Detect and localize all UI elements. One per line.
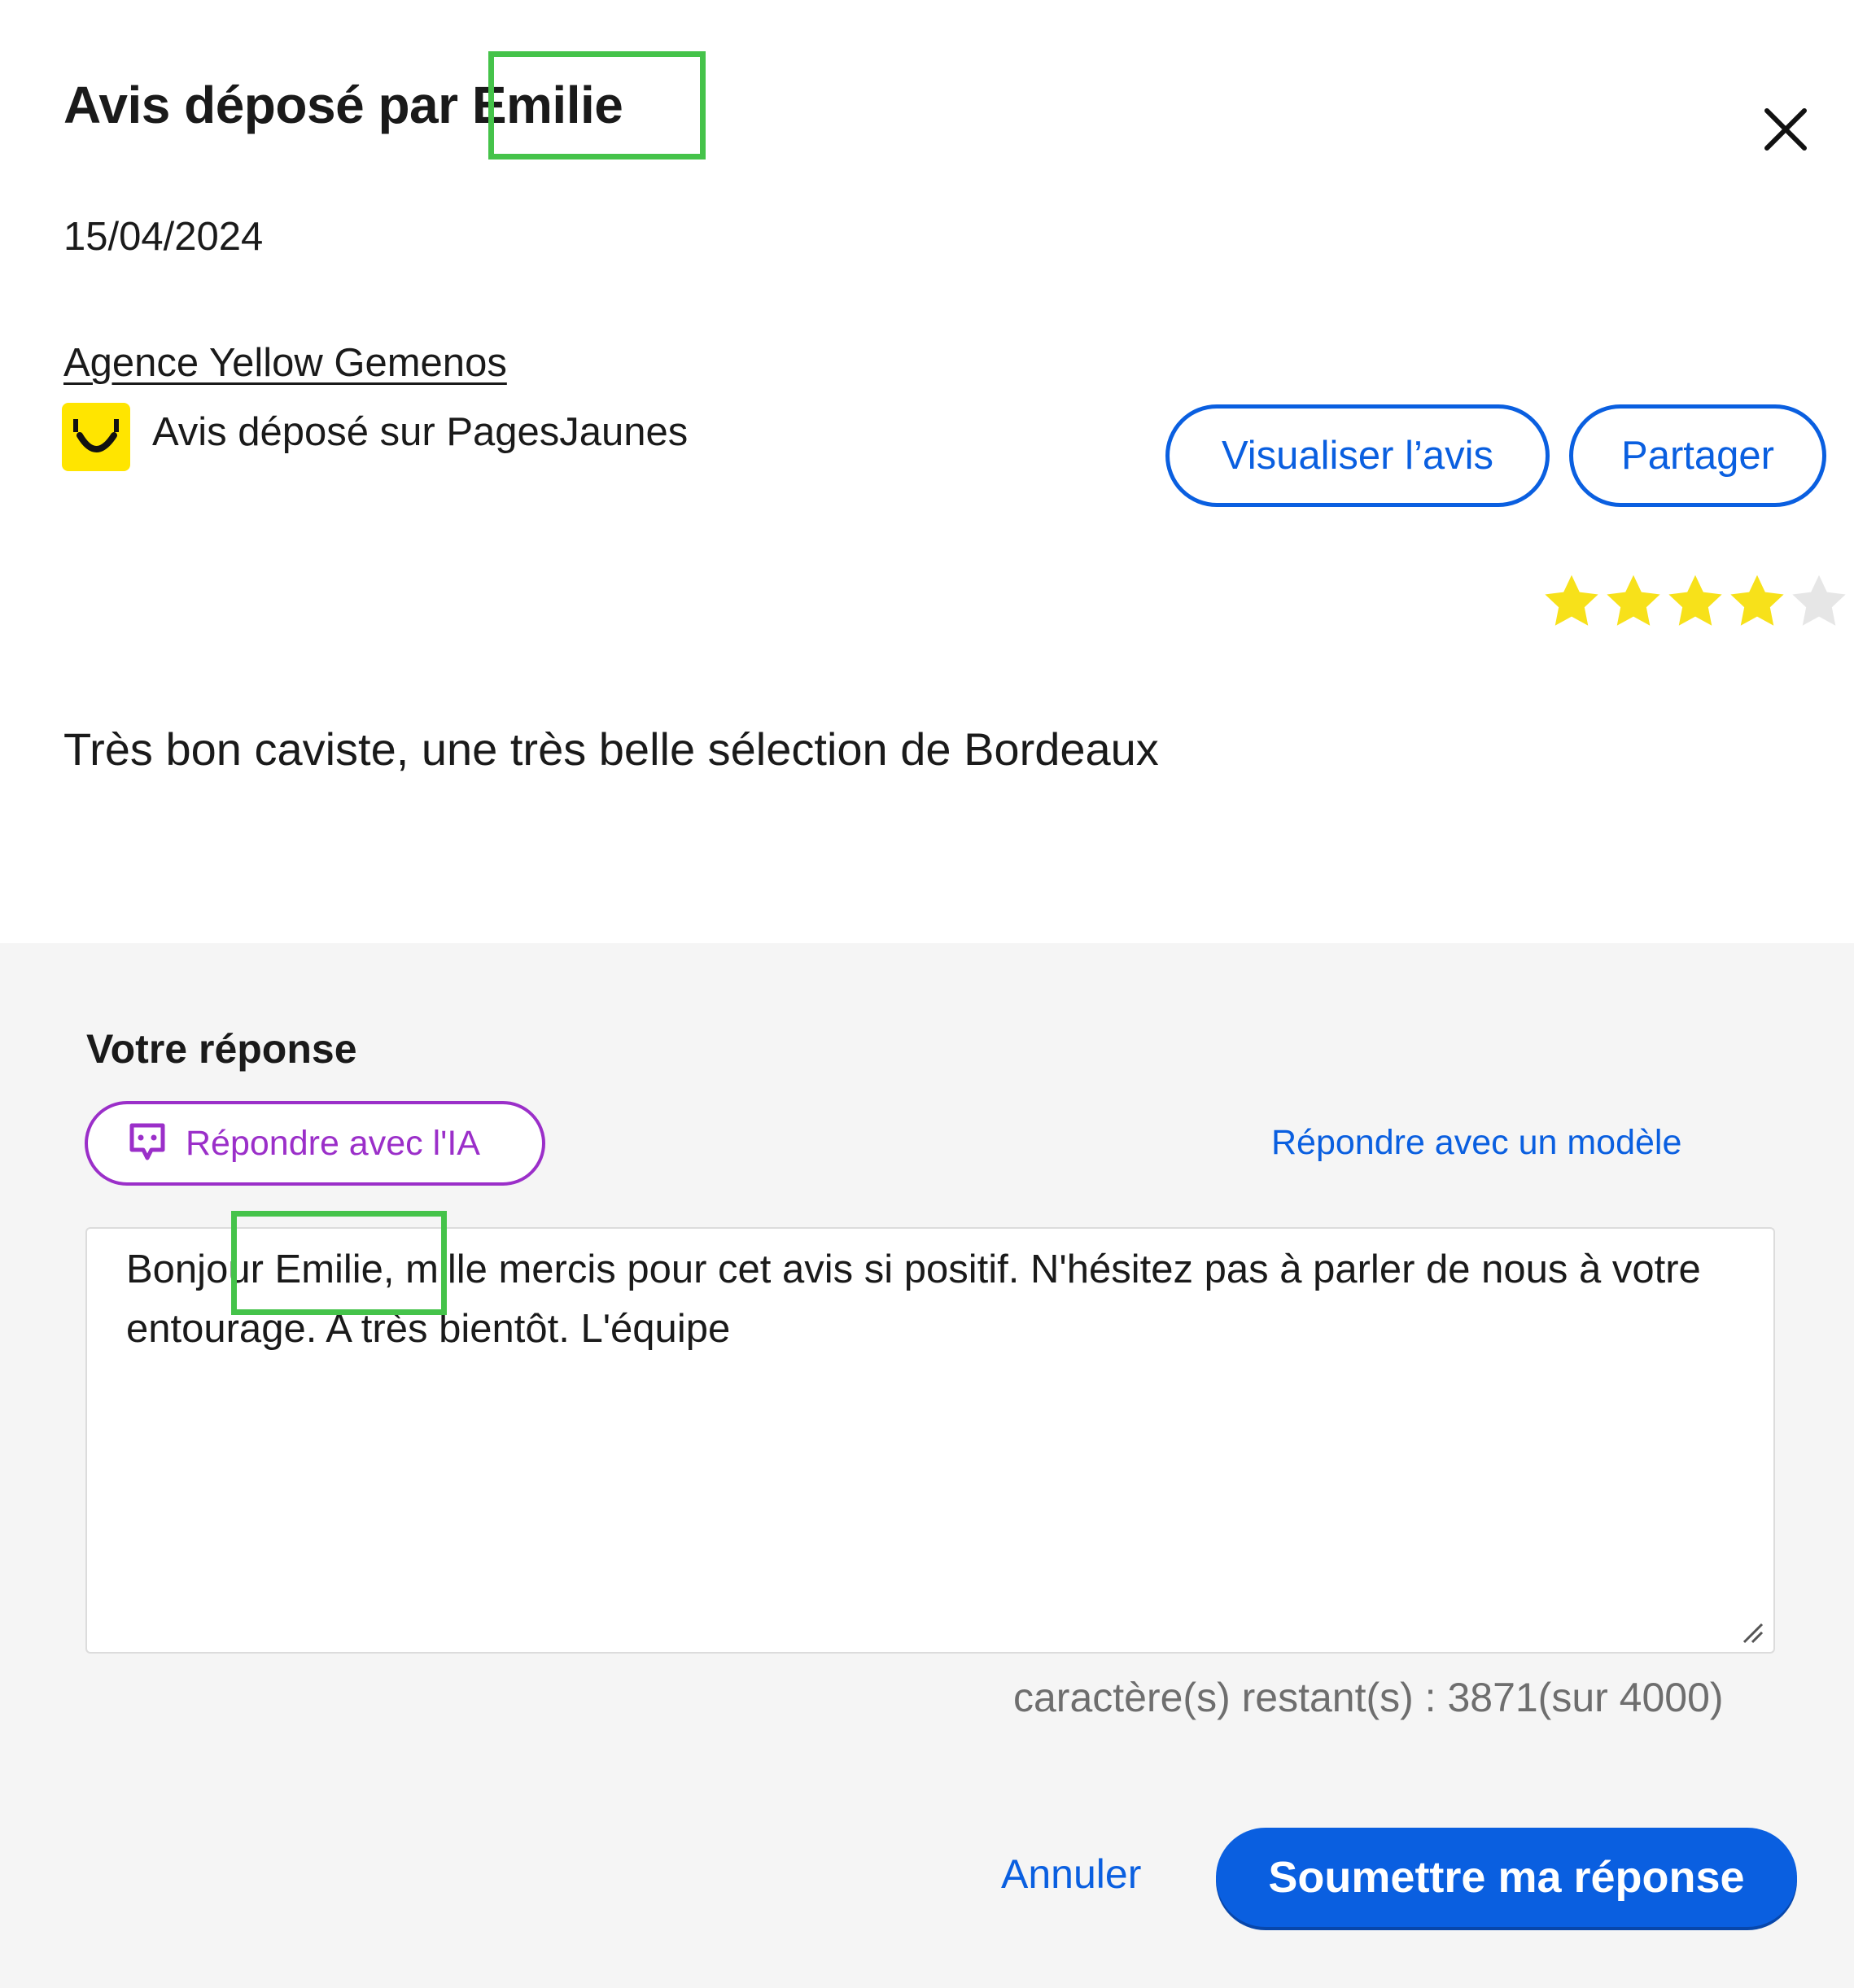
highlight-box-title [488, 51, 706, 159]
cancel-button[interactable]: Annuler [1001, 1850, 1141, 1898]
review-date: 15/04/2024 [63, 215, 264, 259]
highlight-box-response [231, 1211, 447, 1315]
star-filled-icon [1607, 575, 1660, 626]
star-filled-icon [1668, 575, 1722, 626]
resize-handle-icon[interactable] [1739, 1619, 1764, 1644]
response-title: Votre réponse [86, 1026, 357, 1072]
review-source: Avis déposé sur PagesJaunes [152, 410, 689, 454]
view-review-button[interactable]: Visualiser l’avis [1165, 404, 1550, 507]
ai-reply-label: Répondre avec l'IA [186, 1123, 480, 1163]
pagesjaunes-logo-icon [62, 403, 130, 471]
close-icon[interactable] [1760, 104, 1811, 155]
ai-reply-button[interactable]: Répondre avec l'IA [85, 1101, 545, 1186]
submit-button[interactable]: Soumettre ma réponse [1216, 1828, 1797, 1927]
chat-ai-icon [129, 1123, 165, 1160]
agency-link[interactable]: Agence Yellow Gemenos [63, 340, 507, 386]
star-empty-icon [1792, 575, 1846, 626]
star-filled-icon [1730, 575, 1784, 626]
character-counter: caractère(s) restant(s) : 3871(sur 4000) [1013, 1675, 1724, 1720]
star-filled-icon [1545, 575, 1598, 626]
review-text: Très bon caviste, une très belle sélecti… [63, 723, 1159, 775]
share-button[interactable]: Partager [1569, 404, 1826, 507]
star-rating [1541, 570, 1850, 632]
template-reply-link[interactable]: Répondre avec un modèle [1271, 1123, 1681, 1163]
